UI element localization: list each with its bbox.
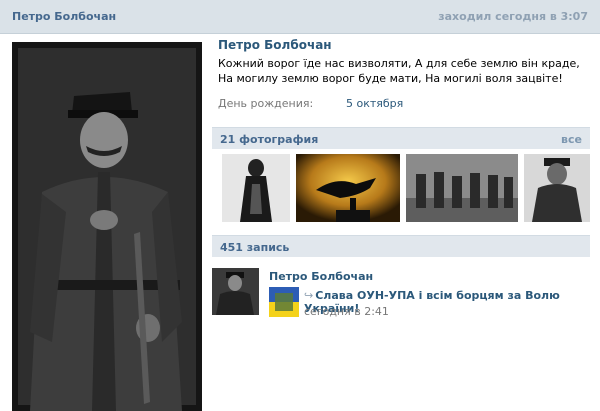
wall-section-header[interactable]: 451 запись bbox=[212, 235, 590, 257]
photos-strip bbox=[212, 154, 590, 224]
photo-soldiers-image bbox=[406, 154, 518, 222]
profile-header-bar: Петро Болбочан заходил сегодня в 3:07 bbox=[0, 0, 600, 34]
profile-photo-image bbox=[12, 42, 202, 411]
post-timestamp[interactable]: сегодня в 2:41 bbox=[304, 305, 389, 318]
birthday-row: День рождения: 5 октября bbox=[218, 97, 588, 113]
photos-all-link[interactable]: все bbox=[561, 133, 582, 146]
post-author-name[interactable]: Петро Болбочан bbox=[269, 270, 373, 283]
header-name[interactable]: Петро Болбочан bbox=[12, 10, 116, 23]
post-avatar-image bbox=[212, 268, 259, 315]
wall-count-title[interactable]: 451 запись bbox=[220, 241, 289, 254]
photo-thumb-cossack[interactable] bbox=[222, 154, 290, 222]
birthday-label: День рождения: bbox=[218, 97, 314, 110]
birthday-value-link[interactable]: 5 октября bbox=[346, 97, 403, 110]
last-seen-status: заходил сегодня в 3:07 bbox=[438, 10, 588, 23]
post-attachment-image[interactable] bbox=[269, 287, 299, 317]
profile-status-text: Кожний ворог їде нас визволяти, А для се… bbox=[218, 57, 580, 85]
photos-section-header[interactable]: 21 фотография все bbox=[212, 127, 590, 149]
photo-thumb-raven[interactable] bbox=[296, 154, 400, 222]
profile-name: Петро Болбочан bbox=[218, 38, 332, 52]
photo-thumb-soldiers[interactable] bbox=[406, 154, 518, 222]
photo-cossack-image bbox=[222, 154, 290, 222]
profile-photo[interactable] bbox=[12, 42, 202, 411]
photo-raven-image bbox=[296, 154, 400, 222]
share-icon: ↪ bbox=[304, 289, 314, 302]
photo-thumb-officer[interactable] bbox=[524, 154, 590, 222]
post-attachment-thumb bbox=[269, 287, 299, 317]
photos-count-title[interactable]: 21 фотография bbox=[220, 133, 318, 146]
post-author-avatar[interactable] bbox=[212, 268, 259, 315]
photo-officer-image bbox=[524, 154, 590, 222]
